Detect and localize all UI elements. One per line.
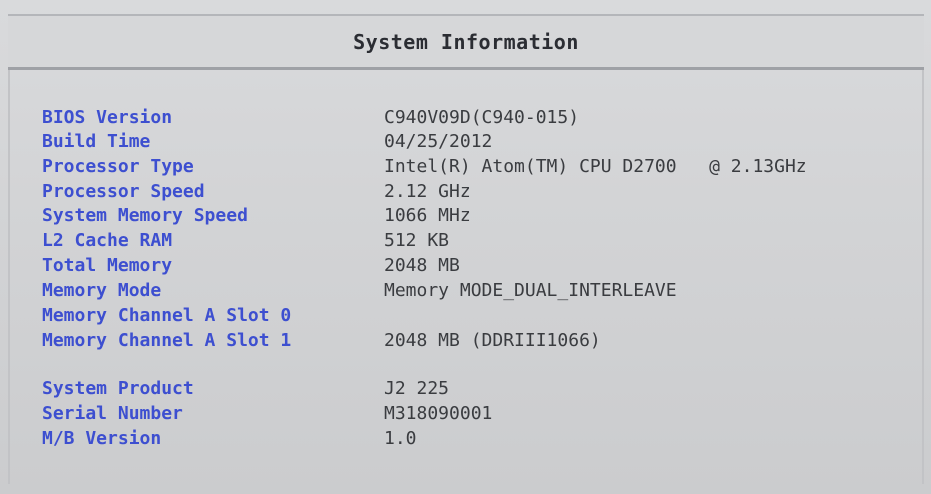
memory-speed-label: System Memory Speed xyxy=(42,205,248,226)
info-row-memory-speed: System Memory Speed 1066 MHz xyxy=(42,204,931,228)
page-title: System Information xyxy=(353,30,579,54)
info-row-build-time: Build Time 04/25/2012 xyxy=(42,130,931,154)
processor-speed-label: Processor Speed xyxy=(42,181,205,202)
info-row-bios-version: BIOS Version C940V09D(C940-015) xyxy=(42,106,931,130)
total-memory-label: Total Memory xyxy=(42,255,173,276)
bios-version-value: C940V09D(C940-015) xyxy=(384,107,580,128)
info-row-processor-speed: Processor Speed 2.12 GHz xyxy=(42,180,931,204)
memory-mode-label: Memory Mode xyxy=(42,280,162,301)
system-product-label: System Product xyxy=(42,378,194,399)
mb-version-value: 1.0 xyxy=(384,428,417,449)
channel-a-slot-1-label: Memory Channel A Slot 1 xyxy=(42,330,292,351)
memory-mode-value: Memory MODE_DUAL_INTERLEAVE xyxy=(384,280,677,301)
info-row-l2-cache: L2 Cache RAM 512 KB xyxy=(42,229,931,253)
bios-version-label: BIOS Version xyxy=(42,107,173,128)
channel-a-slot-0-label: Memory Channel A Slot 0 xyxy=(42,305,292,326)
title-bar: System Information xyxy=(8,14,924,70)
info-row-channel-a-slot-1: Memory Channel A Slot 1 2048 MB (DDRIII1… xyxy=(42,329,931,353)
info-row-processor-type: Processor Type Intel(R) Atom(TM) CPU D27… xyxy=(42,155,931,179)
mb-version-label: M/B Version xyxy=(42,428,162,449)
channel-a-slot-1-value: 2048 MB (DDRIII1066) xyxy=(384,330,601,351)
system-info-panel: BIOS Version C940V09D(C940-015) Build Ti… xyxy=(8,70,924,484)
memory-speed-value: 1066 MHz xyxy=(384,205,471,226)
processor-speed-value: 2.12 GHz xyxy=(384,181,471,202)
build-time-value: 04/25/2012 xyxy=(384,131,493,152)
total-memory-value: 2048 MB xyxy=(384,255,460,276)
bios-screen: System Information BIOS Version C940V09D… xyxy=(0,0,931,494)
processor-type-value: Intel(R) Atom(TM) CPU D2700 @ 2.13GHz xyxy=(384,156,807,177)
info-row-memory-mode: Memory Mode Memory MODE_DUAL_INTERLEAVE xyxy=(42,279,931,303)
info-row-mb-version: M/B Version 1.0 xyxy=(42,427,931,451)
info-row-serial-number: Serial Number M318090001 xyxy=(42,402,931,426)
processor-type-label: Processor Type xyxy=(42,156,194,177)
l2-cache-value: 512 KB xyxy=(384,230,450,251)
serial-number-label: Serial Number xyxy=(42,403,183,424)
system-product-value: J2 225 xyxy=(384,378,450,399)
info-row-total-memory: Total Memory 2048 MB xyxy=(42,254,931,278)
info-row-system-product: System Product J2 225 xyxy=(42,377,931,401)
l2-cache-label: L2 Cache RAM xyxy=(42,230,173,251)
build-time-label: Build Time xyxy=(42,131,151,152)
serial-number-value: M318090001 xyxy=(384,403,493,424)
info-row-channel-a-slot-0: Memory Channel A Slot 0 xyxy=(42,304,931,328)
